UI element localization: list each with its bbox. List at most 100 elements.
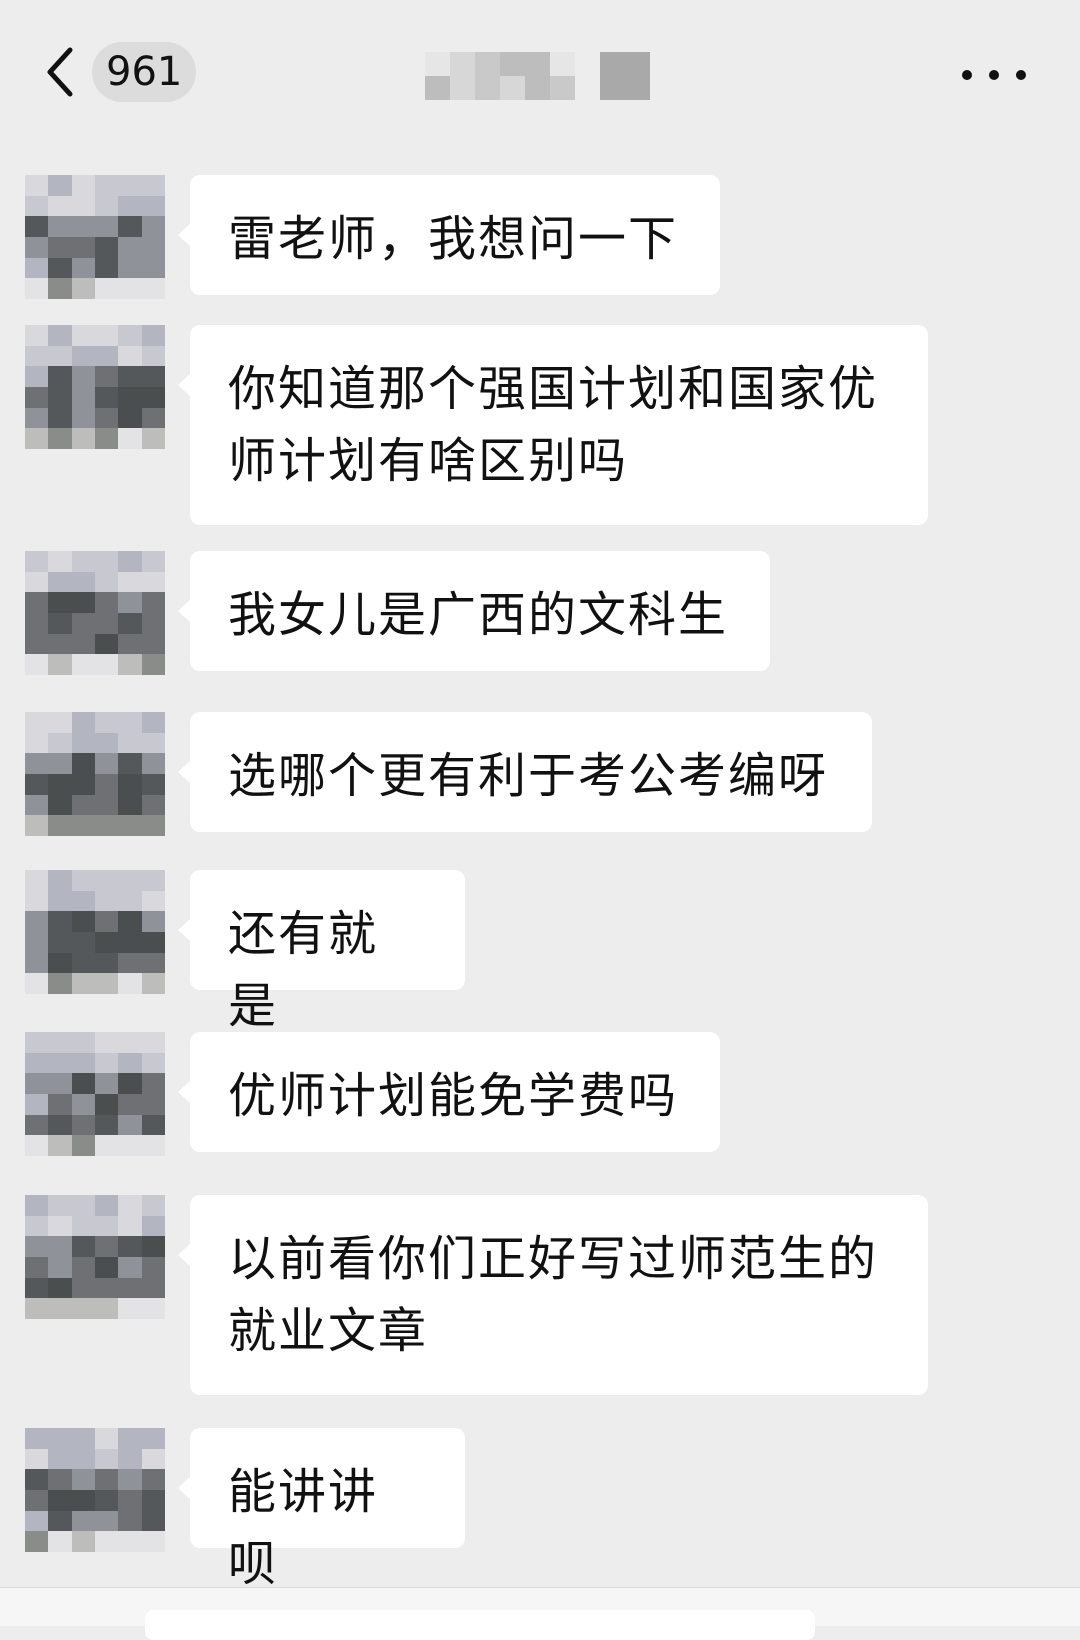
avatar-pixel [25, 1510, 49, 1532]
avatar-pixel [118, 1448, 142, 1470]
avatar-pixel [25, 612, 49, 634]
chat-header: 961 [0, 0, 1080, 150]
avatar-pixel [71, 1489, 95, 1511]
avatar-pixel [25, 753, 49, 774]
avatar-pixel [25, 1114, 49, 1136]
avatar-pixel [95, 794, 119, 816]
avatar-pixel [141, 1489, 165, 1511]
avatar-blurred[interactable] [25, 325, 165, 449]
avatar-pixel [48, 773, 72, 795]
avatar-pixel [141, 815, 165, 836]
avatar-pixel [118, 1135, 142, 1156]
avatar-pixel [48, 911, 72, 932]
avatar-pixel [48, 257, 72, 279]
avatar-pixel [48, 407, 72, 429]
message-bubble[interactable]: 还有就是 [178, 870, 465, 1034]
avatar-pixel [71, 870, 95, 891]
avatar-pixel [118, 911, 142, 932]
avatar-blurred[interactable] [25, 712, 165, 836]
avatar-pixel [71, 592, 95, 613]
message-bubble[interactable]: 你知道那个强国计划和国家优师计划有啥区别吗 [178, 325, 928, 525]
avatar-blurred[interactable] [25, 175, 165, 299]
avatar-pixel [25, 794, 49, 816]
avatar-pixel [141, 216, 165, 237]
avatar-pixel [48, 1195, 72, 1216]
avatar-pixel [141, 1510, 165, 1532]
avatar-pixel [141, 1236, 165, 1257]
avatar-pixel [95, 1093, 119, 1115]
title-pixel [475, 76, 500, 100]
avatar-pixel [48, 654, 72, 675]
avatar-pixel [71, 1114, 95, 1136]
avatar-pixel [141, 890, 165, 912]
avatar-pixel [141, 1073, 165, 1094]
avatar-pixel [141, 195, 165, 217]
avatar-pixel [95, 633, 119, 655]
avatar-pixel [118, 257, 142, 279]
avatar-pixel [141, 428, 165, 449]
avatar-pixel [95, 1298, 119, 1319]
avatar-pixel [141, 345, 165, 367]
avatar-pixel [71, 1277, 95, 1299]
avatar-pixel [118, 1510, 142, 1532]
more-dots-icon[interactable] [962, 55, 1026, 95]
avatar-blurred[interactable] [25, 1032, 165, 1156]
title-pixel [550, 52, 575, 76]
message-bubble[interactable]: 我女儿是广西的文科生 [178, 551, 770, 671]
message-bubble[interactable]: 雷老师，我想问一下 [178, 175, 720, 295]
avatar-blurred[interactable] [25, 1195, 165, 1319]
avatar-pixel [25, 911, 49, 932]
avatar-pixel [48, 1531, 72, 1552]
message-bubble[interactable]: 选哪个更有利于考公考编呀 [178, 712, 872, 832]
avatar-pixel [95, 175, 119, 196]
avatar-pixel [118, 870, 142, 891]
avatar-pixel [48, 1277, 72, 1299]
avatar-pixel [118, 1469, 142, 1490]
avatar-pixel [141, 732, 165, 754]
avatar-pixel [48, 1469, 72, 1490]
avatar-pixel [95, 654, 119, 675]
avatar-pixel [141, 1469, 165, 1490]
avatar-pixel [71, 345, 95, 367]
avatar-pixel [141, 1195, 165, 1216]
avatar-pixel [118, 1256, 142, 1278]
message-bubble[interactable]: 优师计划能免学费吗 [178, 1032, 720, 1152]
avatar-pixel [141, 407, 165, 429]
message-input[interactable] [145, 1610, 815, 1640]
avatar-pixel [141, 571, 165, 593]
avatar-pixel [48, 1448, 72, 1470]
avatar-pixel [118, 1489, 142, 1511]
avatar-pixel [48, 1135, 72, 1156]
avatar-pixel [118, 216, 142, 237]
avatar-pixel [118, 1032, 142, 1053]
avatar-blurred[interactable] [25, 1428, 165, 1552]
avatar-pixel [25, 1032, 49, 1053]
avatar-pixel [71, 1052, 95, 1074]
avatar-pixel [95, 257, 119, 279]
message-bubble[interactable]: 能讲讲呗 [178, 1428, 465, 1592]
avatar-pixel [25, 1073, 49, 1094]
avatar-pixel [95, 278, 119, 299]
avatar-pixel [48, 366, 72, 387]
avatar-pixel [118, 1073, 142, 1094]
message-bubble[interactable]: 以前看你们正好写过师范生的就业文章 [178, 1195, 928, 1395]
avatar-pixel [48, 1510, 72, 1532]
back-button[interactable]: 961 [40, 42, 200, 102]
avatar-pixel [141, 366, 165, 387]
avatar-pixel [118, 325, 142, 346]
avatar-pixel [95, 952, 119, 974]
avatar-pixel [95, 931, 119, 953]
avatar-pixel [71, 911, 95, 932]
avatar-pixel [95, 712, 119, 733]
avatar-pixel [71, 428, 95, 449]
avatar-pixel [71, 1469, 95, 1490]
title-pixel [425, 76, 450, 100]
title-pixel [500, 76, 525, 100]
avatar-pixel [95, 1489, 119, 1511]
avatar-pixel [95, 236, 119, 258]
avatar-blurred[interactable] [25, 551, 165, 675]
avatar-pixel [95, 592, 119, 613]
avatar-blurred[interactable] [25, 870, 165, 994]
avatar-pixel [25, 386, 49, 408]
avatar-pixel [48, 278, 72, 299]
